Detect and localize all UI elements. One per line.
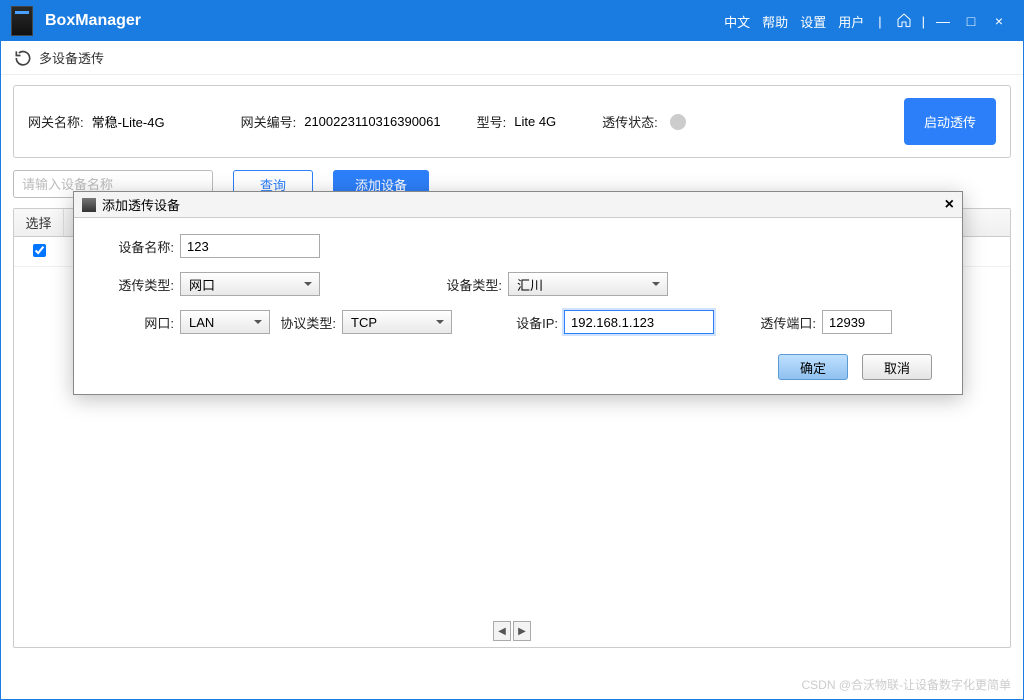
net-select[interactable]: LAN	[180, 310, 270, 334]
cancel-button[interactable]: 取消	[862, 354, 932, 380]
titlebar: BoxManager 中文 帮助 设置 用户 | | — □ ×	[1, 1, 1023, 41]
home-icon[interactable]	[890, 12, 918, 31]
gw-name-label: 网关名称:	[28, 112, 84, 131]
dialog-titlebar: 添加透传设备 ×	[74, 192, 962, 218]
port-label: 透传端口:	[756, 313, 816, 332]
page-next-button[interactable]: ▶	[513, 621, 531, 641]
sub-header: 多设备透传	[1, 41, 1023, 75]
dialog-close-icon[interactable]: ×	[945, 196, 954, 214]
ip-label: 设备IP:	[504, 313, 558, 332]
add-device-dialog: 添加透传设备 × 设备名称: 透传类型: 网口 设备类型: 汇川 网口: LAN…	[73, 191, 963, 395]
status-label: 透传状态:	[602, 112, 658, 131]
app-title: BoxManager	[45, 12, 141, 30]
status-indicator	[670, 114, 686, 130]
maximize-button[interactable]: □	[957, 13, 985, 29]
net-label: 网口:	[104, 313, 174, 332]
col-select: 选择	[14, 209, 64, 236]
gw-sn-value: 2100223110316390061	[304, 114, 440, 129]
dev-type-label: 设备类型:	[442, 275, 502, 294]
port-input[interactable]	[822, 310, 892, 334]
dialog-title: 添加透传设备	[102, 195, 180, 214]
trans-type-select[interactable]: 网口	[180, 272, 320, 296]
gw-name-value: 常稳-Lite-4G	[92, 112, 165, 131]
row-checkbox[interactable]	[33, 244, 46, 257]
model-label: 型号:	[477, 112, 507, 131]
gw-sn-label: 网关编号:	[241, 112, 297, 131]
gateway-info-bar: 网关名称: 常稳-Lite-4G 网关编号: 21002231103163900…	[13, 85, 1011, 158]
proto-select[interactable]: TCP	[342, 310, 452, 334]
page-prev-button[interactable]: ◀	[493, 621, 511, 641]
help-link[interactable]: 帮助	[762, 12, 788, 31]
settings-link[interactable]: 设置	[800, 12, 826, 31]
ip-input[interactable]	[564, 310, 714, 334]
proto-label: 协议类型:	[276, 313, 336, 332]
close-button[interactable]: ×	[985, 13, 1013, 29]
dev-type-select[interactable]: 汇川	[508, 272, 668, 296]
minimize-button[interactable]: —	[929, 13, 957, 29]
start-transfer-button[interactable]: 启动透传	[904, 98, 996, 145]
page-title: 多设备透传	[39, 48, 104, 67]
app-logo	[11, 6, 33, 36]
ok-button[interactable]: 确定	[778, 354, 848, 380]
dialog-icon	[82, 198, 96, 212]
model-value: Lite 4G	[514, 114, 556, 129]
user-link[interactable]: 用户	[838, 12, 864, 31]
dev-name-input[interactable]	[180, 234, 320, 258]
back-icon[interactable]	[13, 48, 33, 68]
watermark: CSDN @合沃物联-让设备数字化更简单	[801, 676, 1011, 693]
pager: ◀ ▶	[14, 621, 1010, 641]
dev-name-label: 设备名称:	[104, 237, 174, 256]
lang-link[interactable]: 中文	[724, 12, 750, 31]
trans-type-label: 透传类型:	[104, 275, 174, 294]
